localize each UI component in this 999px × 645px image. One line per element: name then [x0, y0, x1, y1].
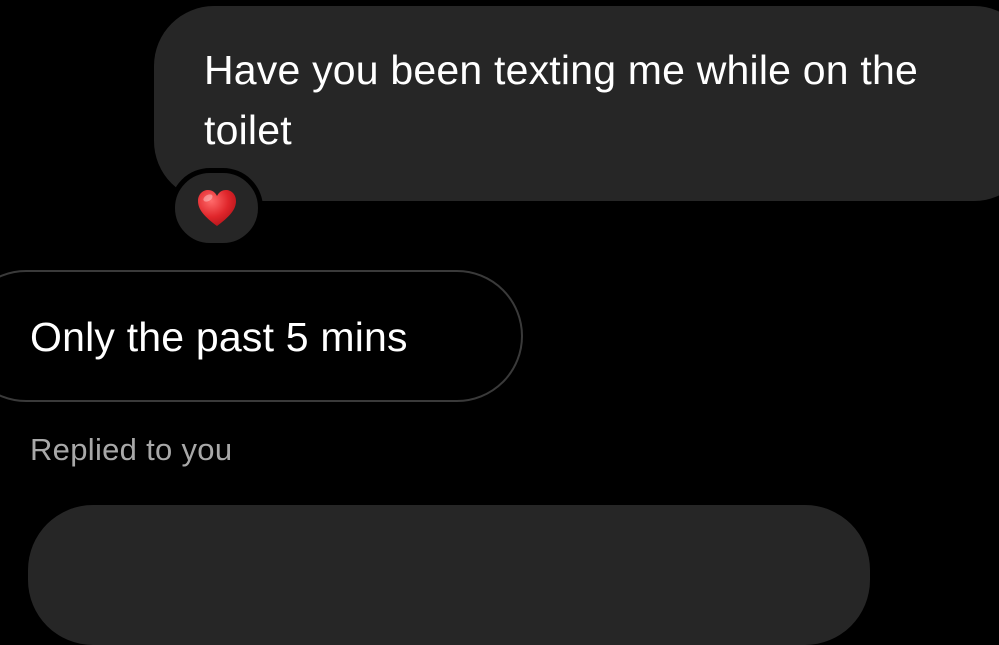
red-heart-icon [197, 190, 236, 226]
received-message-bubble[interactable]: Only the past 5 mins [0, 270, 523, 402]
reply-status-label: Replied to you [30, 432, 233, 467]
received-message-text: Only the past 5 mins [30, 314, 408, 360]
sent-message-text: Have you been texting me while on the to… [204, 47, 918, 153]
sent-message-bubble[interactable]: Have you been texting me while on the to… [154, 6, 999, 201]
message-reaction[interactable] [170, 168, 263, 248]
next-message-bubble[interactable] [28, 505, 870, 645]
